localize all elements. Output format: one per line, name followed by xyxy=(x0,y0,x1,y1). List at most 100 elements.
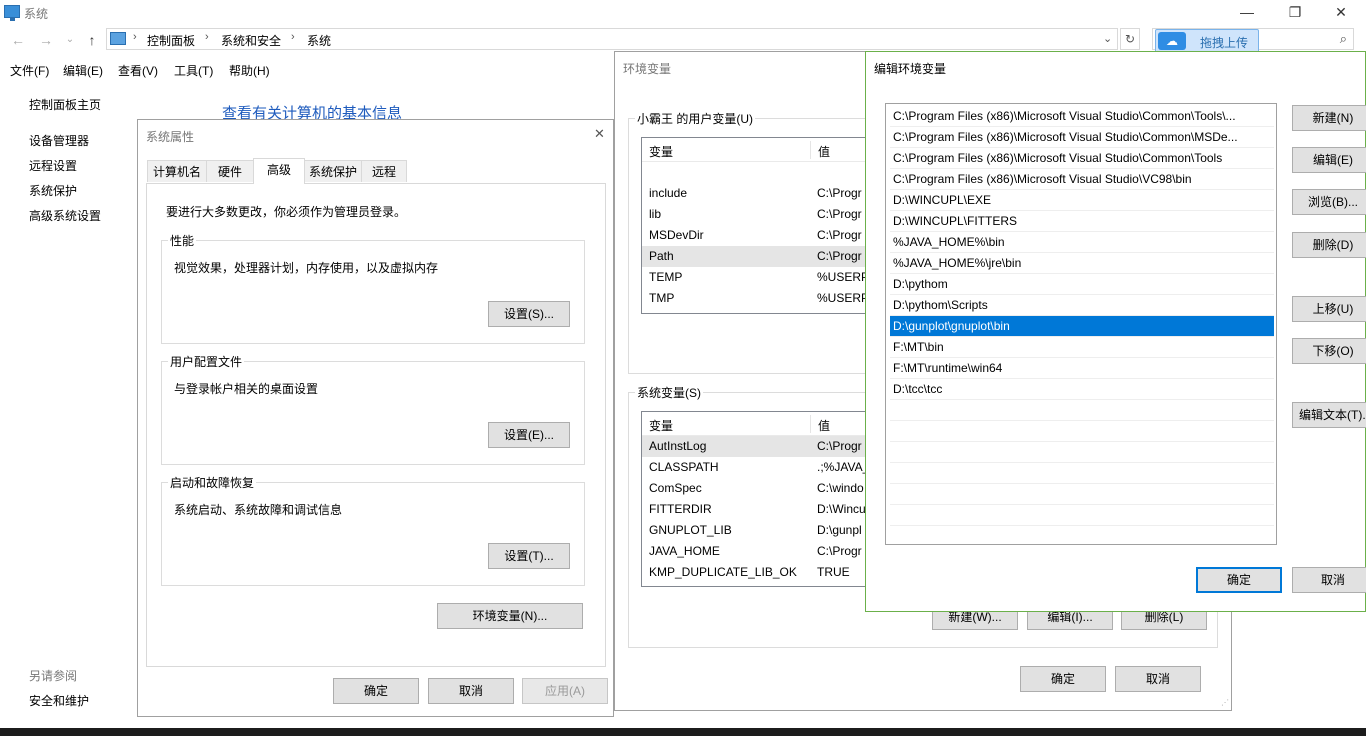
apply-button[interactable]: 应用(A) xyxy=(522,678,608,704)
empty-list-item[interactable] xyxy=(890,421,1274,442)
empty-list-item[interactable] xyxy=(890,484,1274,505)
drag-upload-button[interactable]: ☁ 拖拽上传 xyxy=(1155,29,1259,53)
list-item[interactable]: %JAVA_HOME%\jre\bin xyxy=(890,253,1274,274)
variable-name: TMP xyxy=(649,291,675,305)
path-text: D:\pythom\Scripts xyxy=(893,298,988,312)
variable-name: lib xyxy=(649,207,662,221)
ok-button[interactable]: 确定 xyxy=(1020,666,1106,692)
path-text: D:\WINCUPL\EXE xyxy=(893,193,992,207)
menu-view[interactable]: 查看(V) xyxy=(118,62,158,79)
tab-remote[interactable]: 远程 xyxy=(361,160,407,182)
startup-group: 启动和故障恢复 系统启动、系统故障和调试信息 xyxy=(161,474,585,586)
tab-hardware[interactable]: 硬件 xyxy=(206,160,254,182)
address-input[interactable]: › 控制面板 › 系统和安全 › 系统 ⌄ xyxy=(106,28,1118,50)
cancel-button[interactable]: 取消 xyxy=(428,678,514,704)
list-item[interactable]: F:\MT\runtime\win64 xyxy=(890,358,1274,379)
path-text: C:\Program Files (x86)\Microsoft Visual … xyxy=(893,130,1238,144)
profile-group: 用户配置文件 与登录帐户相关的桌面设置 xyxy=(161,353,585,465)
back-arrow-icon[interactable]: ← xyxy=(8,30,28,50)
list-item[interactable]: %JAVA_HOME%\bin xyxy=(890,232,1274,253)
search-icon[interactable]: ⌕ xyxy=(1340,31,1347,47)
startup-settings-button[interactable]: 设置(T)... xyxy=(488,543,570,569)
path-text: F:\MT\bin xyxy=(893,340,944,354)
see-also-label: 另请参阅 xyxy=(29,669,78,683)
sidebar-item-protection[interactable]: 系统保护 xyxy=(29,182,77,199)
breadcrumb-system-security[interactable]: 系统和安全 xyxy=(221,32,281,49)
list-item[interactable]: C:\Program Files (x86)\Microsoft Visual … xyxy=(890,169,1274,190)
sidebar-item-remote[interactable]: 远程设置 xyxy=(29,157,77,174)
list-item[interactable]: D:\pythom xyxy=(890,274,1274,295)
forward-arrow-icon[interactable]: → xyxy=(36,30,56,50)
path-text: D:\pythom xyxy=(893,277,948,291)
variable-name: AutInstLog xyxy=(649,439,707,453)
tab-advanced[interactable]: 高级 xyxy=(253,158,305,184)
recent-dropdown-icon[interactable]: ⌄ xyxy=(60,30,80,50)
variable-value: C:\Progr xyxy=(817,207,862,221)
move-down-button[interactable]: 下移(O) xyxy=(1292,338,1366,364)
chevron-down-icon[interactable]: ⌄ xyxy=(1103,32,1112,45)
empty-list-item[interactable] xyxy=(890,442,1274,463)
variable-value: C:\Progr xyxy=(817,186,862,200)
performance-label: 性能 xyxy=(168,232,197,249)
variable-name: include xyxy=(649,186,688,200)
up-arrow-icon[interactable]: ↑ xyxy=(82,30,102,50)
menu-edit[interactable]: 编辑(E) xyxy=(63,62,103,79)
variable-value: C:\Progr xyxy=(817,439,862,453)
breadcrumb-control-panel[interactable]: 控制面板 xyxy=(147,32,195,49)
column-header-variable[interactable]: 变量 xyxy=(649,143,673,160)
tab-system-protection[interactable]: 系统保护 xyxy=(304,160,362,182)
list-item[interactable]: C:\Program Files (x86)\Microsoft Visual … xyxy=(890,148,1274,169)
performance-desc: 视觉效果，处理器计划，内存使用，以及虚拟内存 xyxy=(174,261,439,275)
browse-button[interactable]: 浏览(B)... xyxy=(1292,189,1366,215)
ok-button[interactable]: 确定 xyxy=(333,678,419,704)
performance-settings-button[interactable]: 设置(S)... xyxy=(488,301,570,327)
close-icon[interactable]: ✕ xyxy=(594,126,605,142)
empty-list-item[interactable] xyxy=(890,463,1274,484)
sidebar-item-advanced[interactable]: 高级系统设置 xyxy=(29,207,101,224)
tab-computer-name[interactable]: 计算机名 xyxy=(147,160,207,182)
search-input[interactable]: ☁ 拖拽上传 ⌕ xyxy=(1152,28,1354,53)
list-item[interactable]: D:\tcc\tcc xyxy=(890,379,1274,400)
maximize-button[interactable]: ❐ xyxy=(1280,2,1310,22)
list-item[interactable]: D:\WINCUPL\EXE xyxy=(890,190,1274,211)
list-item[interactable]: C:\Program Files (x86)\Microsoft Visual … xyxy=(890,127,1274,148)
variable-value: C:\Progr xyxy=(817,228,862,242)
empty-list-item[interactable] xyxy=(890,400,1274,421)
list-item[interactable]: F:\MT\bin xyxy=(890,337,1274,358)
menu-file[interactable]: 文件(F) xyxy=(10,62,49,79)
column-header-value[interactable]: 值 xyxy=(818,143,830,160)
edit-text-button[interactable]: 编辑文本(T)... xyxy=(1292,402,1366,428)
list-item[interactable]: D:\WINCUPL\FITTERS xyxy=(890,211,1274,232)
cancel-button[interactable]: 取消 xyxy=(1292,567,1366,593)
variable-name: ComSpec xyxy=(649,481,702,495)
menu-help[interactable]: 帮助(H) xyxy=(229,62,270,79)
close-button[interactable]: ✕ xyxy=(1326,2,1356,22)
minimize-button[interactable]: — xyxy=(1232,2,1262,22)
column-header-value[interactable]: 值 xyxy=(818,417,830,434)
path-text: %JAVA_HOME%\bin xyxy=(893,235,1005,249)
list-item[interactable]: D:\pythom\Scripts xyxy=(890,295,1274,316)
menu-tools[interactable]: 工具(T) xyxy=(174,62,213,79)
sidebar-home-link[interactable]: 控制面板主页 xyxy=(29,96,101,113)
variable-value: TRUE xyxy=(817,565,850,579)
path-list[interactable]: C:\Program Files (x86)\Microsoft Visual … xyxy=(885,103,1277,545)
column-header-variable[interactable]: 变量 xyxy=(649,417,673,434)
list-item[interactable]: C:\Program Files (x86)\Microsoft Visual … xyxy=(890,106,1274,127)
delete-button[interactable]: 删除(D) xyxy=(1292,232,1366,258)
refresh-icon[interactable]: ↻ xyxy=(1120,28,1140,50)
new-button[interactable]: 新建(N) xyxy=(1292,105,1366,131)
profile-settings-button[interactable]: 设置(E)... xyxy=(488,422,570,448)
empty-list-item[interactable] xyxy=(890,505,1274,526)
edit-button[interactable]: 编辑(E) xyxy=(1292,147,1366,173)
ok-button[interactable]: 确定 xyxy=(1196,567,1282,593)
move-up-button[interactable]: 上移(U) xyxy=(1292,296,1366,322)
sidebar-item-security[interactable]: 安全和维护 xyxy=(29,692,89,709)
resize-grip-icon[interactable]: ⋰ xyxy=(1221,698,1229,707)
environment-variables-button[interactable]: 环境变量(N)... xyxy=(437,603,583,629)
list-item[interactable]: D:\gunplot\gnuplot\bin xyxy=(890,316,1274,337)
path-text: C:\Program Files (x86)\Microsoft Visual … xyxy=(893,151,1223,165)
cancel-button[interactable]: 取消 xyxy=(1115,666,1201,692)
breadcrumb-system[interactable]: 系统 xyxy=(307,32,331,49)
variable-value: D:\gunpl xyxy=(817,523,862,537)
sidebar-item-device-manager[interactable]: 设备管理器 xyxy=(29,132,89,149)
